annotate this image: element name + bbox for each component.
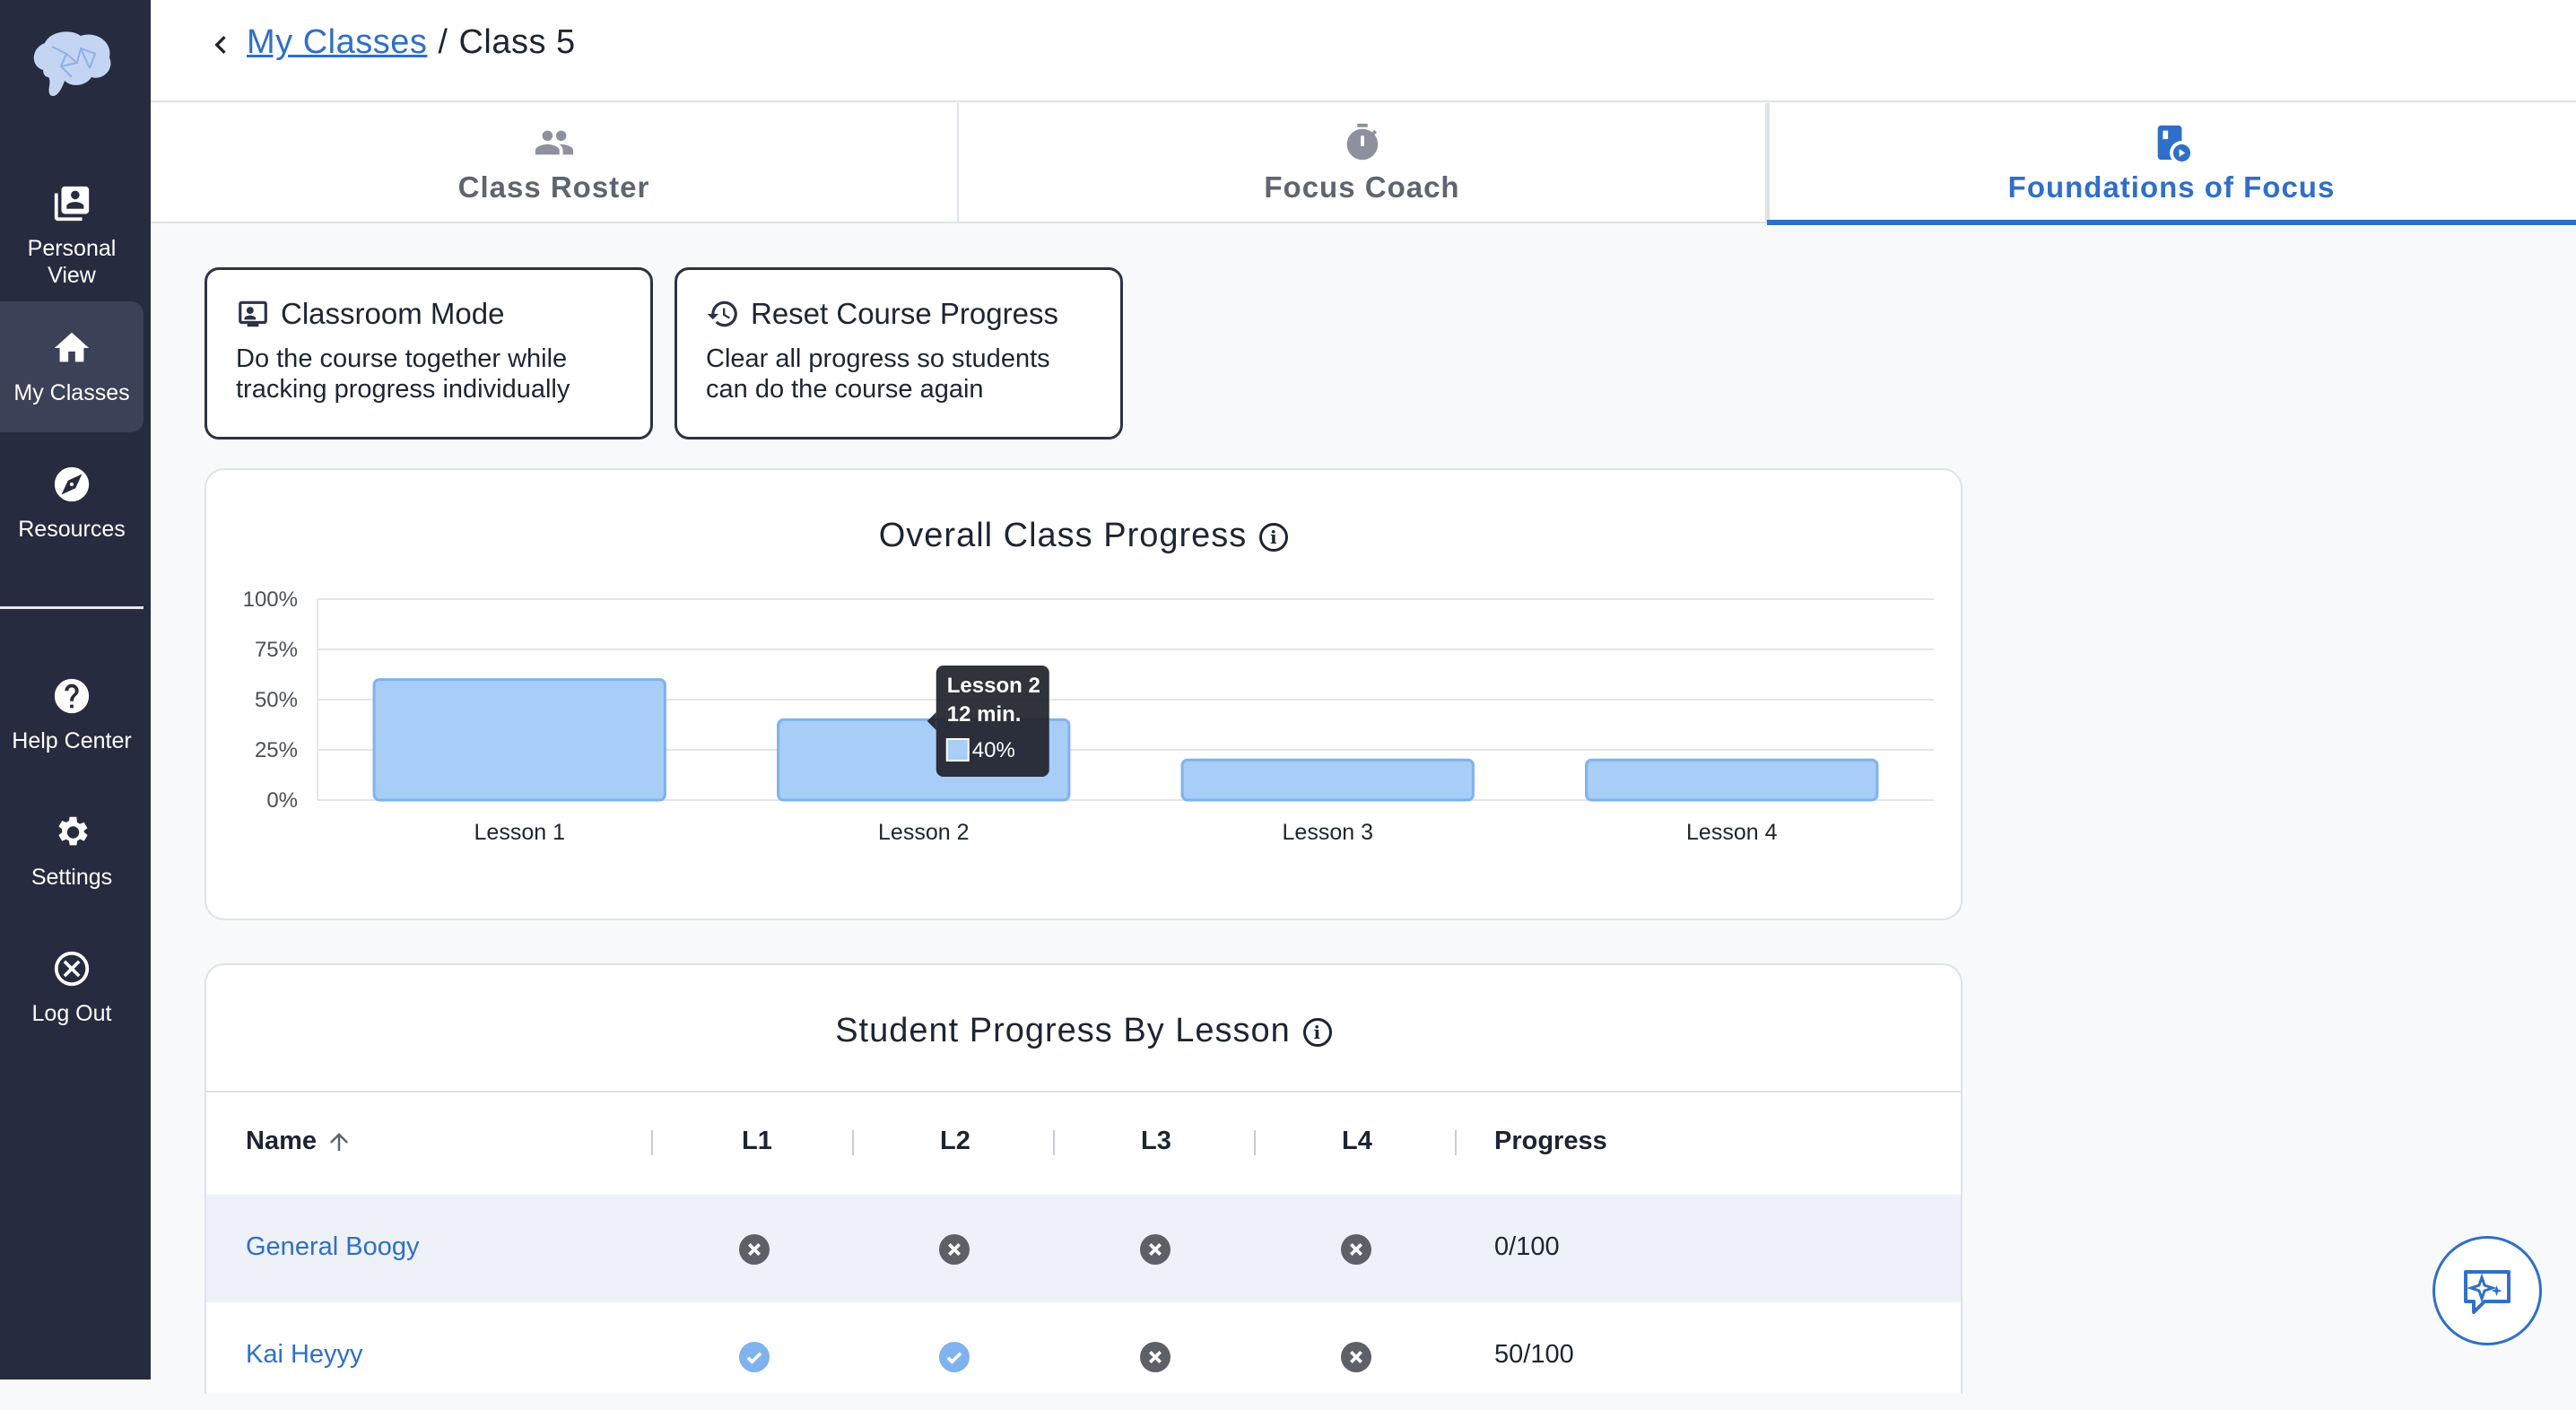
x-tick-label: Lesson 2 xyxy=(878,820,969,845)
y-tick-label: 50% xyxy=(255,688,298,712)
table-row: General Boogy 0/100 xyxy=(206,1195,1961,1302)
column-separator xyxy=(651,1130,653,1155)
sidebar-divider xyxy=(0,606,144,609)
reset-course-progress-title: Reset Course Progress xyxy=(751,297,1058,330)
info-icon[interactable]: i xyxy=(1302,1017,1332,1047)
sidebar-item-label: Resources xyxy=(18,517,126,542)
tooltip-title: Lesson 2 xyxy=(947,674,1040,698)
bar-lesson-3 xyxy=(1180,758,1475,802)
tab-focus-coach[interactable]: Focus Coach xyxy=(959,103,1767,223)
column-separator xyxy=(1254,1130,1256,1155)
progress-value: 50/100 xyxy=(1494,1340,1574,1369)
ai-chat-button[interactable] xyxy=(2432,1236,2542,1345)
chart-tooltip: Lesson 2 12 min. 40% xyxy=(927,666,1049,777)
progress-bar-chart: 0% 25% 50% 75% 100% Lesson 1 Lesson 2 Lesson 3 L… xyxy=(243,588,1934,845)
sidebar-item-label: Log Out xyxy=(31,1001,112,1026)
tab-label: Class Roster xyxy=(457,170,650,204)
incomplete-icon xyxy=(1341,1342,1371,1372)
tab-label: Foundations of Focus xyxy=(2007,170,2336,204)
breadcrumb-my-classes-link[interactable]: My Classes xyxy=(247,23,427,61)
table-title: Student Progress By Lesson i xyxy=(206,1012,1961,1050)
student-name-link[interactable]: Kai Heyyy xyxy=(246,1340,363,1370)
incomplete-icon xyxy=(739,1234,770,1265)
name-column-header[interactable]: Name xyxy=(246,1127,352,1156)
sidebar-item-label: Help Center xyxy=(12,728,132,753)
l4-column-header: L4 xyxy=(1342,1127,1372,1155)
sidebar-item-log-out[interactable]: Log Out xyxy=(0,922,144,1053)
chevron-left-icon[interactable] xyxy=(203,27,239,63)
personal-view-icon xyxy=(54,186,90,222)
l2-column-header: L2 xyxy=(940,1127,970,1155)
incomplete-icon xyxy=(1140,1342,1171,1372)
y-tick-label: 75% xyxy=(255,638,298,662)
help-icon xyxy=(54,678,90,714)
column-separator xyxy=(1455,1130,1457,1155)
y-tick-label: 25% xyxy=(255,738,298,762)
history-icon xyxy=(707,300,737,327)
arrow-up-icon xyxy=(330,1132,348,1151)
classroom-mode-title: Classroom Mode xyxy=(281,297,505,330)
classroom-icon xyxy=(239,300,267,327)
home-icon xyxy=(54,332,90,362)
sparkle-chat-icon xyxy=(2464,1270,2511,1314)
bar-lesson-4 xyxy=(1585,758,1879,802)
tooltip-duration: 12 min. xyxy=(947,702,1022,727)
tooltip-value: 40% xyxy=(972,738,1015,762)
tab-bar: Class Roster Focus Coach Foundations of … xyxy=(151,103,2576,225)
classroom-mode-description: Do the course together while tracking pr… xyxy=(236,344,570,404)
breadcrumb-separator: / xyxy=(438,23,448,61)
compass-icon xyxy=(54,466,90,502)
sidebar-item-label: Personal View xyxy=(27,236,117,288)
reset-course-progress-description: Clear all progress so students can do th… xyxy=(706,344,1050,404)
page-header: My Classes / Class 5 xyxy=(151,0,2576,102)
y-tick-label: 0% xyxy=(266,788,298,813)
y-tick-label: 100% xyxy=(243,588,298,612)
sidebar-item-personal-view[interactable]: Personal View xyxy=(0,170,144,301)
sidebar-item-my-classes[interactable]: My Classes xyxy=(0,301,144,432)
course-play-icon xyxy=(2157,125,2191,162)
incomplete-icon xyxy=(1341,1234,1371,1265)
x-tick-label: Lesson 4 xyxy=(1686,820,1778,845)
x-tick-label: Lesson 1 xyxy=(474,820,565,845)
close-circle-icon xyxy=(54,951,90,987)
sidebar: Personal View My Classes Resources Help … xyxy=(0,0,151,1380)
gear-icon xyxy=(58,816,88,846)
incomplete-icon xyxy=(939,1234,970,1265)
x-tick-label: Lesson 3 xyxy=(1283,820,1373,845)
table-row: Kai Heyyy 50/100 xyxy=(206,1302,1961,1410)
sidebar-item-label: My Classes xyxy=(13,380,130,405)
sidebar-item-settings[interactable]: Settings xyxy=(0,786,144,917)
classroom-mode-button[interactable]: Classroom Mode Do the course together wh… xyxy=(205,267,653,440)
tab-foundations-of-focus[interactable]: Foundations of Focus xyxy=(1767,103,2576,225)
column-separator xyxy=(852,1130,854,1155)
student-name-link[interactable]: General Boogy xyxy=(246,1232,419,1262)
tab-class-roster[interactable]: Class Roster xyxy=(151,103,959,223)
page-title: Class 5 xyxy=(458,23,576,61)
overall-class-progress-panel: Overall Class Progress i 0% 25% 50% 75% 100% L… xyxy=(205,468,1962,920)
l3-column-header: L3 xyxy=(1141,1127,1171,1155)
student-progress-panel: Student Progress By Lesson i Name L1 L2 L… xyxy=(205,963,1962,1394)
reset-course-progress-button[interactable]: Reset Course Progress Clear all progress… xyxy=(674,267,1123,440)
breadcrumb: My Classes / Class 5 xyxy=(247,20,576,65)
complete-check-icon xyxy=(739,1342,770,1372)
complete-check-icon xyxy=(939,1342,970,1372)
stopwatch-icon xyxy=(1346,123,1378,161)
sidebar-item-resources[interactable]: Resources xyxy=(0,438,144,569)
people-icon xyxy=(535,130,573,155)
progress-value: 0/100 xyxy=(1494,1232,1560,1261)
table-header: Name L1 L2 L3 L4 Progress xyxy=(206,1091,1961,1193)
l1-column-header: L1 xyxy=(742,1127,772,1155)
incomplete-icon xyxy=(1140,1234,1171,1265)
sidebar-item-help-center[interactable]: Help Center xyxy=(0,649,144,780)
brain-logo xyxy=(33,31,111,97)
progress-column-header: Progress xyxy=(1494,1127,1607,1155)
column-separator xyxy=(1053,1130,1055,1155)
bar-lesson-1 xyxy=(372,678,666,802)
tab-label: Focus Coach xyxy=(1264,170,1460,204)
sidebar-item-label: Settings xyxy=(30,865,113,890)
tooltip-swatch xyxy=(945,738,970,762)
